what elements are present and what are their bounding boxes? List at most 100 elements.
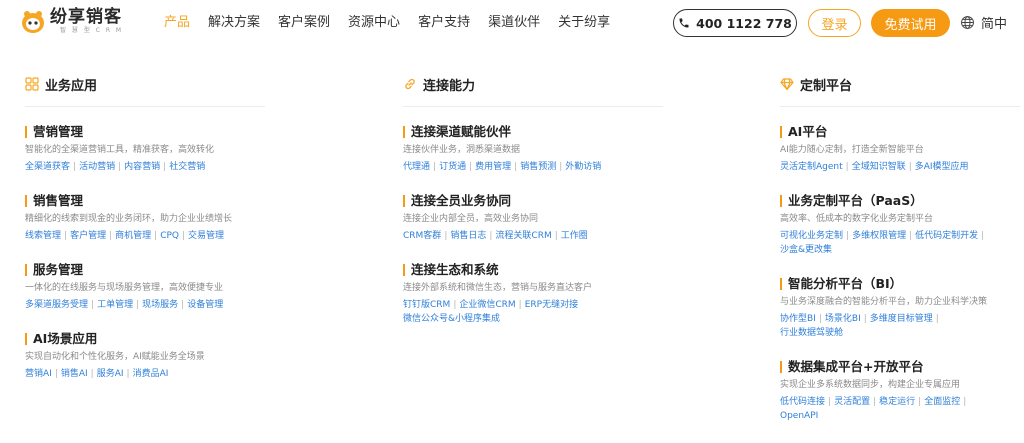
item-description: 精细化的线索到现金的业务闭环，助力企业业绩增长 (25, 214, 233, 224)
nav-item-product[interactable]: 产品 (164, 14, 190, 32)
link[interactable]: 低代码定制开发 (915, 231, 978, 241)
link[interactable]: 微信公众号&小程序集成 (403, 314, 500, 324)
link[interactable]: 营销AI (25, 369, 52, 379)
link[interactable]: 交易管理 (188, 231, 224, 241)
link[interactable]: 费用管理 (475, 162, 511, 172)
column-header: 定制平台 (780, 72, 1020, 96)
login-button[interactable]: 登录 (808, 9, 861, 37)
menu-item-sales[interactable]: 销售管理 精细化的线索到现金的业务闭环，助力企业业绩增长 线索管理 | 客户管理 | 商… (25, 193, 265, 243)
link[interactable]: 商机管理 (115, 231, 151, 241)
item-description: 实现企业多系统数据同步，构建企业专属应用 (780, 380, 961, 390)
link[interactable]: 客户管理 (70, 231, 106, 241)
link[interactable]: 服务AI (97, 369, 124, 379)
menu-item-service[interactable]: 服务管理 一体化的在线服务与现场服务管理，高效便捷专业 多渠道服务受理 | 工单管理… (25, 262, 265, 312)
link[interactable]: 多维度目标管理 (870, 314, 933, 324)
free-trial-button[interactable]: 免费试用 (871, 9, 950, 37)
item-title[interactable]: 连接全员业务协同 (411, 193, 511, 209)
item-title[interactable]: 智能分析平台（BI） (788, 276, 902, 292)
menu-item-team-collaboration[interactable]: 连接全员业务协同 连接企业内部全员，高效业务协同 CRM客群 | 销售日志 | 流程关联… (403, 193, 663, 243)
link[interactable]: OpenAPI (780, 411, 818, 421)
nav-item-support[interactable]: 客户支持 (418, 14, 470, 32)
link[interactable]: 内容营销 (124, 162, 160, 172)
nav-item-about[interactable]: 关于纷享 (558, 14, 610, 32)
menu-item-data-integration[interactable]: 数据集成平台+开放平台 实现企业多系统数据同步，构建企业专属应用 低代码连接 | 灵… (780, 359, 1020, 423)
menu-item-bi[interactable]: 智能分析平台（BI） 与业务深度融合的智能分析平台，助力企业科学决策 协作型BI… (780, 276, 1020, 340)
nav-item-resources[interactable]: 资源中心 (348, 14, 400, 32)
item-description: AI能力随心定制，打造全新智能平台 (780, 145, 924, 155)
link[interactable]: 外勤访销 (565, 162, 601, 172)
link[interactable]: 工单管理 (97, 300, 133, 310)
link[interactable]: 活动营销 (79, 162, 115, 172)
link[interactable]: 多维权限管理 (852, 231, 906, 241)
accent-bar (780, 195, 782, 207)
item-links: 灵活定制Agent | 全域知识智联 | 多AI模型应用 (780, 162, 969, 172)
link[interactable]: 低代码连接 (780, 397, 825, 407)
item-title[interactable]: AI平台 (788, 124, 827, 140)
item-title[interactable]: 数据集成平台+开放平台 (788, 359, 923, 375)
link[interactable]: CRM客群 (403, 231, 441, 241)
link[interactable]: 多渠道服务受理 (25, 300, 88, 310)
link[interactable]: CPQ (160, 231, 179, 241)
accent-bar (25, 195, 27, 207)
phone-number: 400 1122 778 (696, 15, 792, 31)
accent-bar (780, 361, 782, 373)
link[interactable]: 工作圈 (561, 231, 588, 241)
menu-item-ai-scenarios[interactable]: AI场景应用 实现自动化和个性化服务，AI赋能业务全场景 营销AI | 销售AI | 服… (25, 331, 265, 381)
link[interactable]: 全域知识智联 (852, 162, 906, 172)
column-title: 定制平台 (800, 78, 853, 94)
item-title[interactable]: 营销管理 (33, 124, 83, 140)
menu-item-ai-platform[interactable]: AI平台 AI能力随心定制，打造全新智能平台 灵活定制Agent | 全域知识智联 |… (780, 124, 1020, 174)
link[interactable]: 协作型BI (780, 314, 816, 324)
item-title[interactable]: 连接渠道赋能伙伴 (411, 124, 511, 140)
item-title[interactable]: 销售管理 (33, 193, 83, 209)
link[interactable]: 销售AI (61, 369, 88, 379)
item-title[interactable]: 服务管理 (33, 262, 83, 278)
link[interactable]: 代理通 (403, 162, 430, 172)
menu-item-paas[interactable]: 业务定制平台（PaaS） 高效率、低成本的数字化业务定制平台 可视化业务定制 | 多… (780, 193, 1020, 257)
link[interactable]: 沙盒&更改集 (780, 245, 832, 255)
item-description: 连接外部系统和微信生态，营销与服务直达客户 (403, 283, 593, 293)
link[interactable]: 多AI模型应用 (915, 162, 969, 172)
item-title[interactable]: AI场景应用 (33, 331, 97, 347)
link[interactable]: 全渠道获客 (25, 162, 70, 172)
language-selector[interactable]: 简中 (960, 13, 1007, 32)
link[interactable]: 流程关联CRM (495, 231, 551, 241)
phone-button[interactable]: 400 1122 778 (673, 9, 797, 37)
link[interactable]: 钉钉版CRM (403, 300, 450, 310)
link[interactable]: 社交营销 (169, 162, 205, 172)
link[interactable]: 线索管理 (25, 231, 61, 241)
column-header: 业务应用 (25, 72, 265, 96)
nav-item-cases[interactable]: 客户案例 (278, 14, 330, 32)
link[interactable]: 场景化BI (825, 314, 861, 324)
link[interactable]: 全面监控 (924, 397, 960, 407)
item-links: 多渠道服务受理 | 工单管理 | 现场服务 | 设备管理 (25, 300, 224, 310)
menu-item-ecosystem[interactable]: 连接生态和系统 连接外部系统和微信生态，营销与服务直达客户 钉钉版CRM | 企业微… (403, 262, 663, 326)
link[interactable]: 消费品AI (133, 369, 169, 379)
menu-item-channel-partners[interactable]: 连接渠道赋能伙伴 连接伙伴业务，洞悉渠道数据 代理通 | 订货通 | 费用管理 | 销售预测… (403, 124, 663, 174)
item-title[interactable]: 业务定制平台（PaaS） (788, 193, 923, 209)
link[interactable]: ERP无缝对接 (525, 300, 578, 310)
link[interactable]: 设备管理 (187, 300, 223, 310)
accent-bar (403, 264, 405, 276)
link[interactable]: 可视化业务定制 (780, 231, 843, 241)
item-links: 低代码连接 | 灵活配置 | 稳定运行 | 全面监控 | OpenAPI (780, 397, 967, 421)
logo-mark-icon (20, 9, 46, 35)
item-title[interactable]: 连接生态和系统 (411, 262, 499, 278)
link[interactable]: 灵活配置 (834, 397, 870, 407)
nav-item-solutions[interactable]: 解决方案 (208, 14, 260, 32)
diamond-icon (780, 77, 794, 91)
link[interactable]: 销售预测 (520, 162, 556, 172)
link[interactable]: 灵活定制Agent (780, 162, 843, 172)
brand-logo[interactable]: 纷享销客 智 慧 型 C R M (20, 8, 123, 35)
link[interactable]: 企业微信CRM (459, 300, 515, 310)
accent-bar (25, 126, 27, 138)
link[interactable]: 销售日志 (450, 231, 486, 241)
link[interactable]: 现场服务 (142, 300, 178, 310)
link[interactable]: 订货通 (439, 162, 466, 172)
column-header: 连接能力 (403, 72, 663, 96)
menu-item-marketing[interactable]: 营销管理 智能化的全渠道营销工具，精准获客，高效转化 全渠道获客 | 活动营销 | 内容… (25, 124, 265, 174)
link[interactable]: 稳定运行 (879, 397, 915, 407)
nav-item-partners[interactable]: 渠道伙伴 (488, 14, 540, 32)
link[interactable]: 行业数据驾驶舱 (780, 328, 843, 338)
brand-name: 纷享销客 (50, 7, 122, 27)
